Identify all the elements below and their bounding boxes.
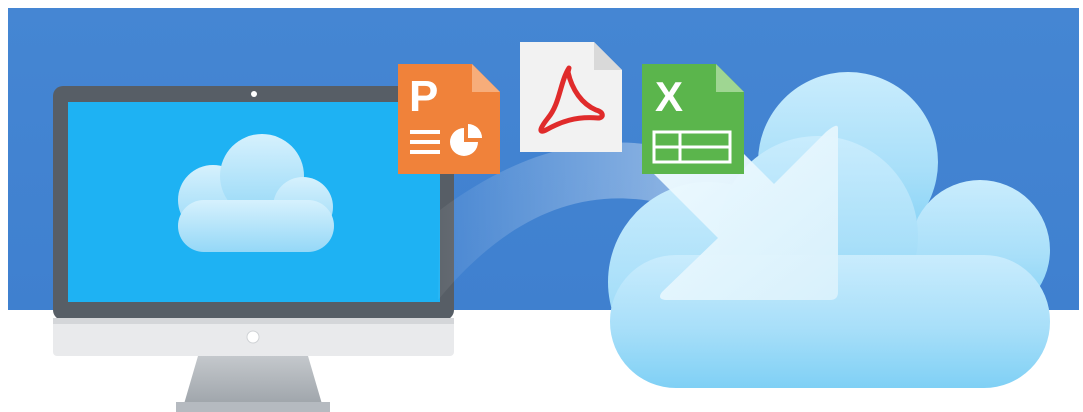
upload-scene [53, 42, 1050, 412]
powerpoint-letter: P [409, 72, 439, 121]
monitor-stand [184, 356, 322, 404]
excel-letter: X [655, 73, 684, 120]
camera-dot [251, 91, 257, 97]
monitor-button [246, 330, 260, 344]
pdf-file-icon [520, 42, 622, 152]
